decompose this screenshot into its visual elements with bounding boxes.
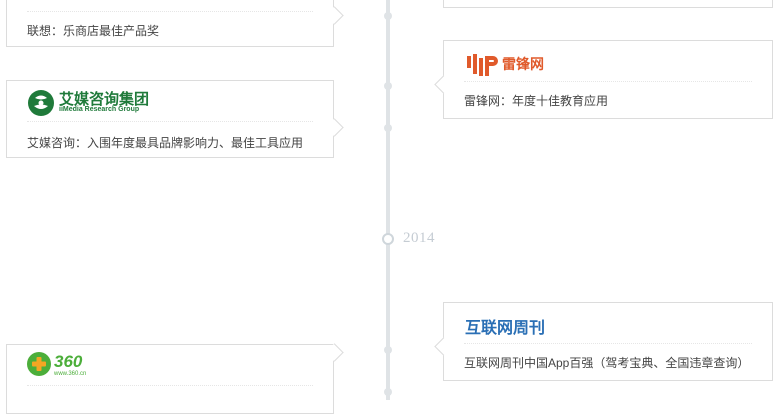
- award-card-hulian[interactable]: 互联网周刊 互联网周刊中国App百强（驾考宝典、全国违章查询）: [443, 302, 773, 381]
- timeline-dot: [384, 346, 392, 354]
- timeline-dot: [384, 82, 392, 90]
- award-description: 互联网周刊中国App百强（驾考宝典、全国违章查询）: [464, 356, 750, 370]
- timeline-dot: [384, 12, 392, 20]
- iimedia-logo-en: iiMedia Research Group: [59, 106, 140, 113]
- award-card-lenovo[interactable]: 联想：乐商店最佳产品奖: [6, 0, 334, 47]
- award-description: 雷锋网：年度十佳教育应用: [464, 94, 609, 108]
- qihoo-logo-sub: www.360.cn: [54, 371, 87, 377]
- award-card-partial[interactable]: [443, 0, 773, 8]
- award-card-iimedia[interactable]: 艾媒咨询集团 iiMedia Research Group 艾媒咨询：入围年度最…: [6, 80, 334, 158]
- card-divider: [27, 11, 313, 12]
- qihoo-logo-icon: [26, 351, 52, 377]
- year-label: 2014: [403, 230, 435, 246]
- card-divider: [27, 121, 313, 122]
- iimedia-logo-icon: [26, 88, 56, 118]
- timeline-dot: [384, 388, 392, 396]
- card-divider: [464, 81, 752, 82]
- award-description: 艾媒咨询：入围年度最具品牌影响力、最佳工具应用: [27, 136, 304, 150]
- card-divider: [27, 385, 313, 386]
- hulian-logo-text: 互联网周刊: [465, 320, 546, 337]
- qihoo-logo-text: 360: [54, 352, 83, 371]
- year-marker: [382, 233, 394, 245]
- award-description: 联想：乐商店最佳产品奖: [27, 24, 160, 38]
- timeline-dot: [384, 124, 392, 132]
- leifeng-logo-text: 雷锋网: [502, 56, 544, 72]
- leifeng-logo-icon: [465, 50, 501, 78]
- award-card-leifeng[interactable]: 雷锋网 雷锋网：年度十佳教育应用: [443, 40, 773, 119]
- card-divider: [464, 343, 752, 344]
- timeline-line: [386, 0, 390, 400]
- award-card-360[interactable]: 360 www.360.cn: [6, 344, 334, 414]
